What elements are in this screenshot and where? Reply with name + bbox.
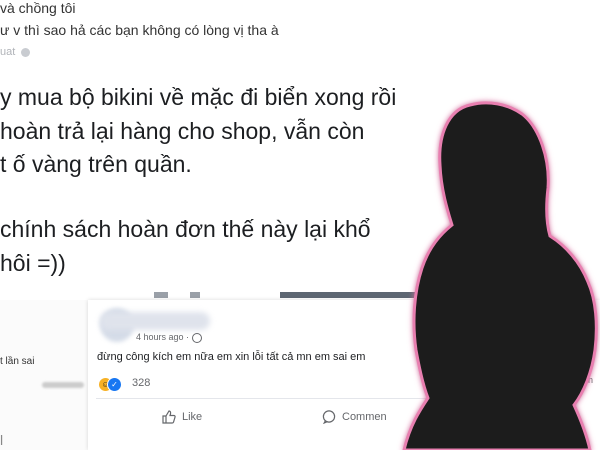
- person-silhouette-overlay: [402, 101, 598, 450]
